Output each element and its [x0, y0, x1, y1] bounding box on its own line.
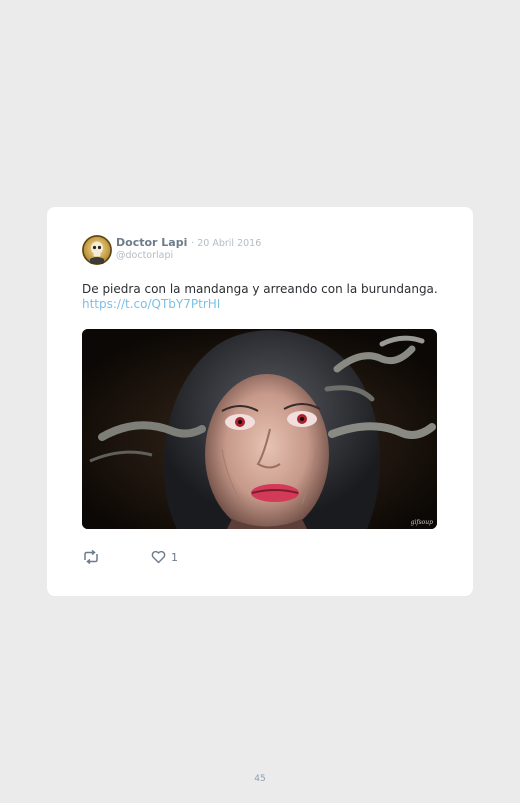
heart-icon	[151, 550, 166, 564]
author-line: Doctor Lapi · 20 Abril 2016	[116, 236, 261, 249]
media-watermark: gifsoup	[410, 519, 433, 526]
page-number: 45	[254, 774, 266, 784]
avatar[interactable]	[82, 235, 112, 265]
skull-icon	[82, 235, 112, 265]
tweet-text: De piedra con la mandanga y arreando con…	[82, 282, 438, 296]
media-image	[82, 329, 437, 529]
author-name[interactable]: Doctor Lapi	[116, 236, 187, 249]
retweet-icon	[84, 549, 98, 565]
tweet-link[interactable]: https://t.co/QTbY7PtrHI	[82, 297, 220, 311]
author-handle[interactable]: @doctorlapi	[116, 250, 173, 261]
tweet-date[interactable]: · 20 Abril 2016	[191, 238, 261, 249]
like-count: 1	[171, 550, 178, 564]
tweet-card: Doctor Lapi · 20 Abril 2016 @doctorlapi …	[47, 207, 473, 596]
tweet-media[interactable]: gifsoup	[82, 329, 437, 529]
like-button[interactable]: 1	[151, 549, 178, 565]
retweet-button[interactable]	[82, 549, 100, 565]
